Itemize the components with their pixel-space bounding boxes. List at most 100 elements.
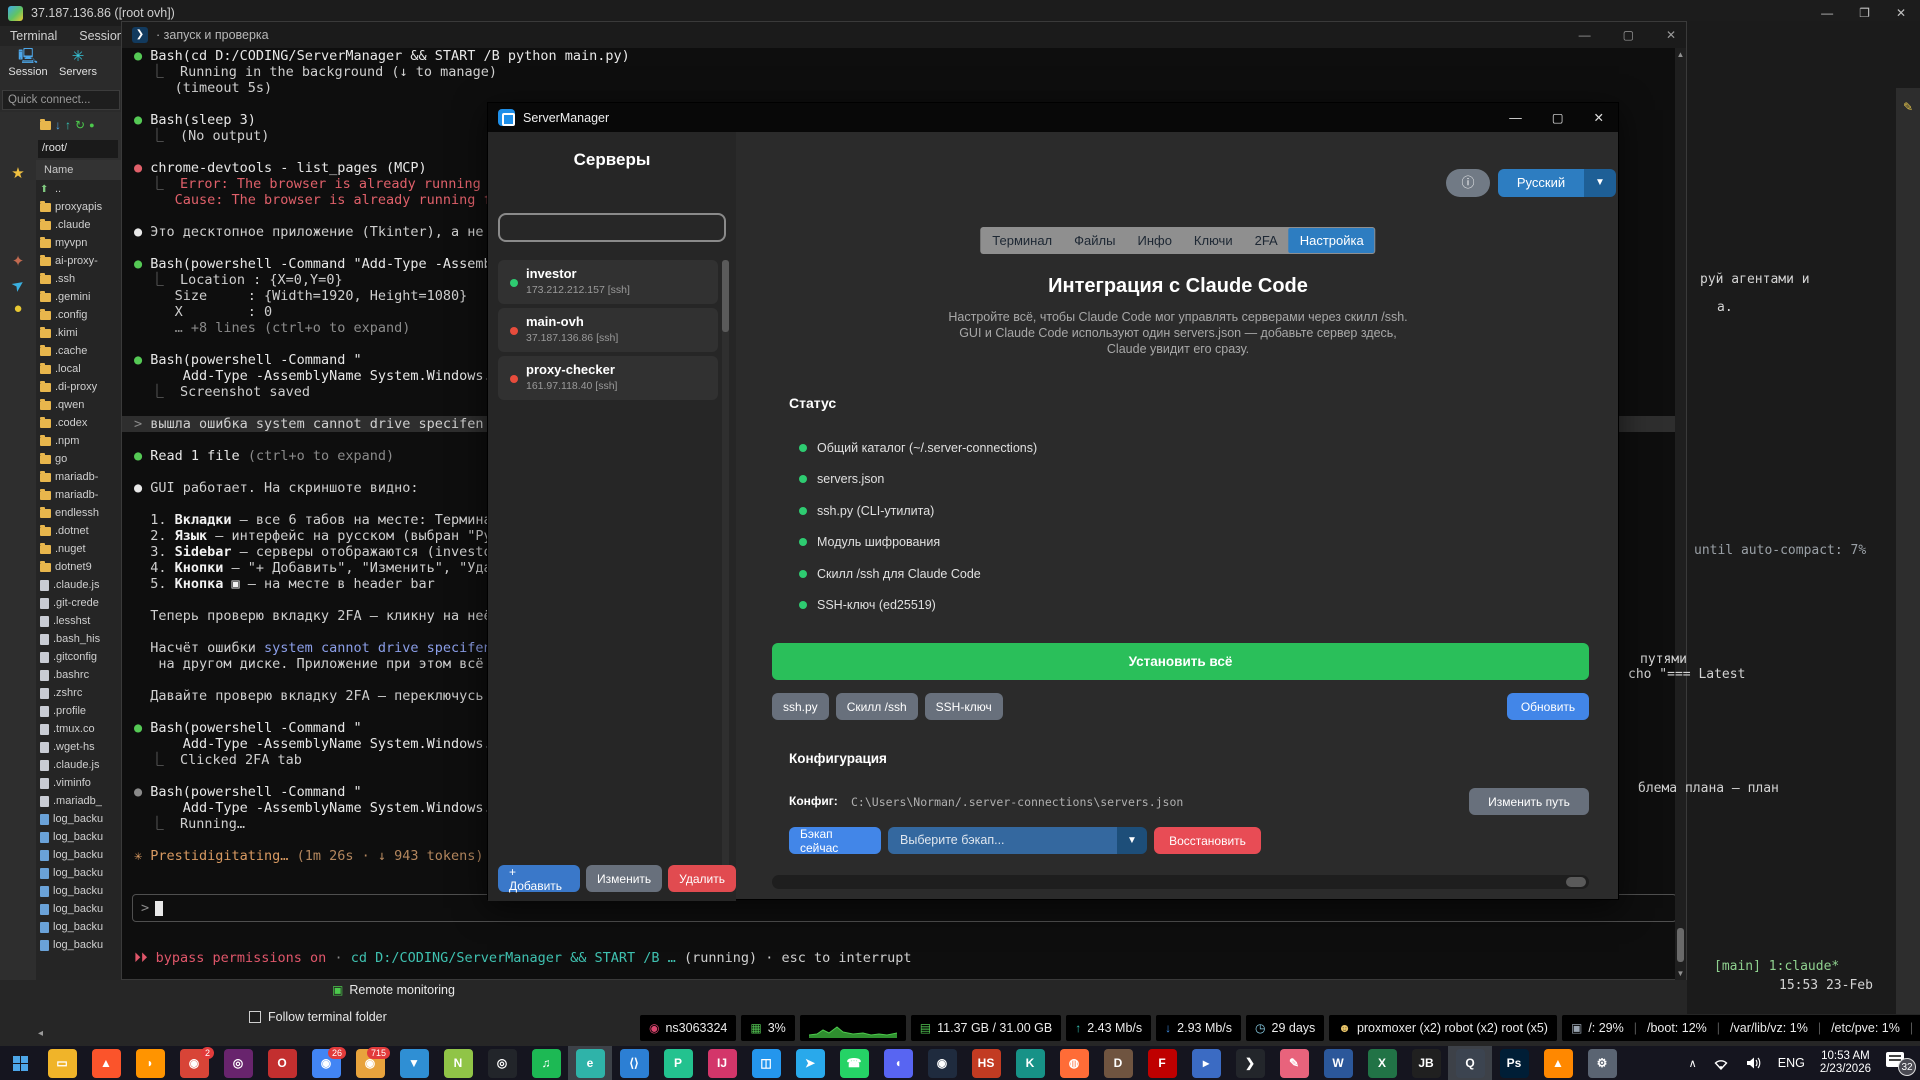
taskbar-icon-vscode[interactable]: ⟨⟩ bbox=[612, 1046, 656, 1080]
install-ssh-py-button[interactable]: ssh.py bbox=[772, 693, 829, 720]
quick-connect-input[interactable]: Quick connect... bbox=[2, 90, 120, 110]
file-row[interactable]: .gemini bbox=[36, 288, 121, 306]
taskbar-icon-pycharm[interactable]: P bbox=[656, 1046, 700, 1080]
file-row[interactable]: log_backu bbox=[36, 828, 121, 846]
file-row[interactable]: log_backu bbox=[36, 864, 121, 882]
servermanager-titlebar[interactable]: ServerManager — ▢ ✕ bbox=[488, 103, 1618, 132]
tab-терминал[interactable]: Терминал bbox=[981, 228, 1063, 253]
taskbar-icon-edge[interactable]: e bbox=[568, 1046, 612, 1080]
refresh-icon[interactable]: ↻ bbox=[75, 118, 85, 132]
change-path-button[interactable]: Изменить путь bbox=[1469, 788, 1589, 815]
file-row[interactable]: log_backu bbox=[36, 918, 121, 936]
file-row[interactable]: .local bbox=[36, 360, 121, 378]
terminal-close-button[interactable]: ✕ bbox=[1666, 28, 1676, 42]
file-list-name-header[interactable]: Name bbox=[36, 160, 121, 180]
file-row[interactable]: log_backu bbox=[36, 846, 121, 864]
file-row[interactable]: .tmux.co bbox=[36, 720, 121, 738]
file-row[interactable]: .claude.js bbox=[36, 756, 121, 774]
tab-файлы[interactable]: Файлы bbox=[1063, 228, 1126, 253]
taskbar-icon-intellij[interactable]: JB bbox=[1404, 1046, 1448, 1080]
sidebar-scroll-left-arrow[interactable]: ◂ bbox=[38, 1028, 43, 1039]
file-row[interactable]: .dotnet bbox=[36, 522, 121, 540]
file-row[interactable]: .npm bbox=[36, 432, 121, 450]
file-row[interactable]: myvpn bbox=[36, 234, 121, 252]
file-row[interactable]: .bashrc bbox=[36, 666, 121, 684]
file-row[interactable]: .claude.js bbox=[36, 576, 121, 594]
start-button[interactable] bbox=[0, 1046, 40, 1080]
file-row[interactable]: log_backu bbox=[36, 810, 121, 828]
scrollbar-thumb[interactable] bbox=[1566, 877, 1586, 887]
taskbar-icon-whatsapp[interactable]: ☎ bbox=[832, 1046, 876, 1080]
upload-icon[interactable]: ↑ bbox=[65, 118, 71, 132]
wifi-icon[interactable] bbox=[1712, 1056, 1730, 1070]
remote-monitoring-label[interactable]: ▣ Remote monitoring bbox=[332, 983, 455, 997]
file-row[interactable]: .lesshst bbox=[36, 612, 121, 630]
telegram-icon[interactable]: ➤ bbox=[0, 267, 38, 302]
terminal-maximize-button[interactable]: ▢ bbox=[1623, 28, 1634, 42]
sm-minimize-button[interactable]: — bbox=[1509, 111, 1522, 125]
taskbar-icon-dbeaver[interactable]: D bbox=[1096, 1046, 1140, 1080]
file-row[interactable]: .mariadb_ bbox=[36, 792, 121, 810]
taskbar-icon-explorer[interactable]: ▭ bbox=[40, 1046, 84, 1080]
toolbar-servers-button[interactable]: ✳ Servers bbox=[52, 48, 104, 78]
path-input[interactable]: /root/ bbox=[38, 140, 118, 158]
tray-expand-icon[interactable]: ∧ bbox=[1689, 1057, 1697, 1070]
install-all-button[interactable]: Установить всё bbox=[772, 643, 1589, 680]
taskbar-icon-tor-browser[interactable]: ◎ bbox=[216, 1046, 260, 1080]
keyboard-language[interactable]: ENG bbox=[1778, 1056, 1805, 1070]
chevron-down-icon[interactable]: ▼ bbox=[1584, 169, 1616, 197]
restore-button[interactable]: Восстановить bbox=[1154, 827, 1261, 854]
notification-center-button[interactable]: 32 bbox=[1886, 1052, 1916, 1076]
taskbar-icon-quick-app[interactable]: Q bbox=[1448, 1046, 1492, 1080]
file-row[interactable]: .qwen bbox=[36, 396, 121, 414]
edit-server-button[interactable]: Изменить bbox=[586, 865, 663, 892]
file-row[interactable]: .git-crede bbox=[36, 594, 121, 612]
taskbar-icon-spotify[interactable]: ♫ bbox=[524, 1046, 568, 1080]
scroll-down-icon[interactable]: ▼ bbox=[1675, 969, 1686, 978]
backup-select-dropdown[interactable]: Выберите бэкап... ▼ bbox=[888, 827, 1147, 854]
terminal-minimize-button[interactable]: — bbox=[1579, 28, 1591, 42]
file-row[interactable]: ai-proxy- bbox=[36, 252, 121, 270]
sm-close-button[interactable]: ✕ bbox=[1594, 110, 1604, 125]
taskbar-icon-excel[interactable]: X bbox=[1360, 1046, 1404, 1080]
menu-terminal[interactable]: Terminal bbox=[10, 29, 57, 43]
follow-terminal-folder-option[interactable]: Follow terminal folder bbox=[249, 1010, 387, 1024]
server-list-scrollbar[interactable] bbox=[722, 260, 729, 870]
file-row[interactable]: log_backu bbox=[36, 936, 121, 954]
install-ssh-ключ-button[interactable]: SSH-ключ bbox=[924, 693, 1003, 720]
file-row[interactable]: .profile bbox=[36, 702, 121, 720]
yellow-ball-icon[interactable]: ● bbox=[0, 300, 36, 317]
taskbar-icon-idea[interactable]: IJ bbox=[700, 1046, 744, 1080]
taskbar-icon-docker[interactable]: ◫ bbox=[744, 1046, 788, 1080]
taskbar-icon-chrome-profile-2[interactable]: ◉ 26 bbox=[304, 1046, 348, 1080]
file-row[interactable]: ⬆.. bbox=[36, 180, 121, 198]
tool-icon[interactable]: ✦ bbox=[0, 252, 36, 270]
taskbar-icon-settings[interactable]: ⚙ bbox=[1580, 1046, 1624, 1080]
file-row[interactable]: .wget-hs bbox=[36, 738, 121, 756]
tab-2fa[interactable]: 2FA bbox=[1244, 228, 1289, 253]
taskbar-icon-notepad-plus[interactable]: N bbox=[436, 1046, 480, 1080]
file-row[interactable]: endlessh bbox=[36, 504, 121, 522]
taskbar-icon-opera[interactable]: O bbox=[260, 1046, 304, 1080]
folder-up-icon[interactable] bbox=[40, 118, 51, 130]
chevron-down-icon[interactable]: ▼ bbox=[1117, 827, 1147, 854]
scroll-up-icon[interactable]: ▲ bbox=[1675, 50, 1686, 59]
follow-terminal-folder-checkbox[interactable] bbox=[249, 1011, 261, 1023]
moba-maximize-button[interactable]: ❐ bbox=[1859, 6, 1870, 20]
file-row[interactable]: mariadb- bbox=[36, 486, 121, 504]
file-row[interactable]: .zshrc bbox=[36, 684, 121, 702]
taskbar-icon-firefox[interactable]: ◗ bbox=[128, 1046, 172, 1080]
tab-настройка[interactable]: Настройка bbox=[1288, 228, 1375, 253]
terminal-scrollbar[interactable]: ▲ ▼ bbox=[1675, 48, 1686, 980]
tab-инфо[interactable]: Инфо bbox=[1126, 228, 1182, 253]
taskbar-icon-chrome-profile-3[interactable]: ◉ 715 bbox=[348, 1046, 392, 1080]
taskbar-icon-chrome[interactable]: ◉ 2 bbox=[172, 1046, 216, 1080]
taskbar-icon-discord[interactable]: ◖ bbox=[876, 1046, 920, 1080]
file-row[interactable]: log_backu bbox=[36, 900, 121, 918]
info-button[interactable]: ⓘ bbox=[1446, 169, 1490, 197]
tab-ключи[interactable]: Ключи bbox=[1183, 228, 1244, 253]
taskbar-icon-qbittorrent[interactable]: ▼ bbox=[392, 1046, 436, 1080]
moba-close-button[interactable]: ✕ bbox=[1896, 6, 1906, 20]
download-icon[interactable]: ↓ bbox=[55, 118, 61, 132]
taskbar-icon-hearthstone[interactable]: HS bbox=[964, 1046, 1008, 1080]
